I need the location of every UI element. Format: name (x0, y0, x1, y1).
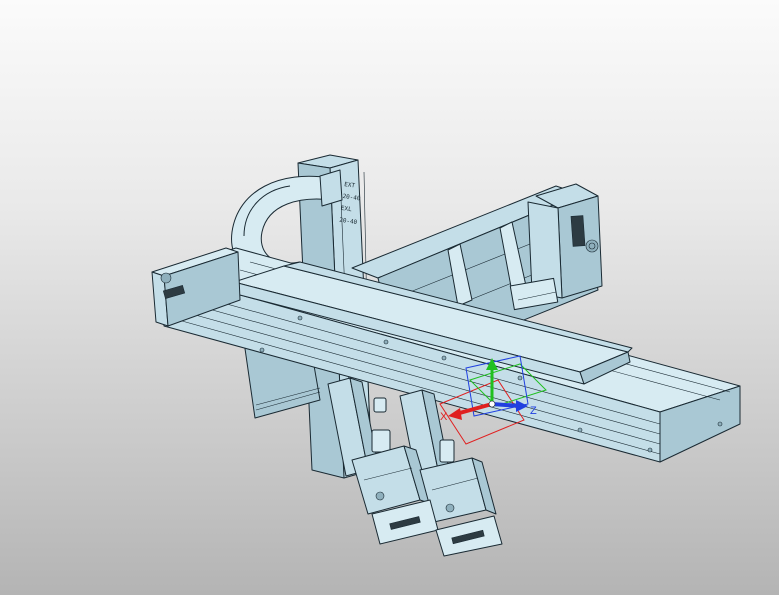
cad-model[interactable]: EXT 20-40 EXL 20-40 X Z (0, 0, 779, 595)
z-axis-icon (491, 402, 521, 408)
z-axis-label: Z (530, 405, 537, 417)
x-axis-label: X (440, 411, 448, 423)
cad-viewport[interactable]: EXT 20-40 EXL 20-40 X Z (0, 0, 779, 595)
